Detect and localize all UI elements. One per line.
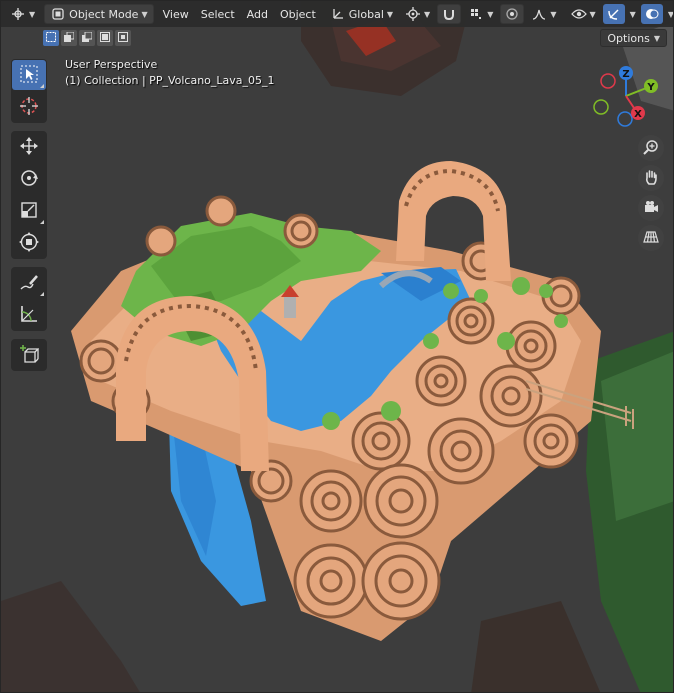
camera-view-icon xyxy=(643,199,659,218)
overlay-toggle[interactable] xyxy=(640,4,663,24)
viewport-info: User Perspective (1) Collection | PP_Vol… xyxy=(65,57,275,89)
options-dropdown[interactable]: Options ▼ xyxy=(600,29,667,47)
camera-view-button[interactable] xyxy=(638,195,664,221)
chevron-down-icon: ▼ xyxy=(386,9,394,19)
3d-cursor-icon xyxy=(19,96,39,119)
chevron-down-icon: ▼ xyxy=(589,9,596,19)
chevron-down-icon: ▼ xyxy=(550,9,557,19)
measure-ruler-icon xyxy=(19,304,39,327)
measure-tool[interactable] xyxy=(12,300,46,330)
annotate-tool[interactable] xyxy=(12,268,46,298)
visibility-dropdown[interactable]: ▼ xyxy=(566,4,601,24)
chevron-down-icon: ▼ xyxy=(667,9,674,19)
scene-render[interactable] xyxy=(1,1,674,693)
pivot-point-dropdown[interactable]: ▼ xyxy=(400,4,435,24)
select-intersect-button[interactable] xyxy=(115,30,131,46)
move-tool[interactable] xyxy=(12,132,46,162)
gizmo-dropdown[interactable]: ▼ xyxy=(627,4,639,24)
chevron-down-icon: ▼ xyxy=(424,9,431,19)
mode-label: Object Mode xyxy=(69,7,139,21)
falloff-curve-icon xyxy=(531,6,547,22)
menu-select[interactable]: Select xyxy=(196,4,240,24)
options-label: Options xyxy=(607,31,650,45)
gizmo-toggle[interactable] xyxy=(602,4,625,24)
annotate-pen-icon xyxy=(19,272,39,295)
mode-dropdown[interactable]: Object Mode ▼ xyxy=(44,4,154,24)
3d-viewport-icon xyxy=(10,6,26,22)
select-subtract-icon xyxy=(82,31,93,45)
chevron-down-icon: ▼ xyxy=(487,9,494,19)
transform-orientation-dropdown[interactable]: Global ▼ xyxy=(325,4,398,24)
3d-viewport[interactable]: ▼ Object Mode ▼ View Select Add Object G… xyxy=(0,0,674,693)
overlay-icon xyxy=(644,6,660,22)
collection-info: (1) Collection | PP_Volcano_Lava_05_1 xyxy=(65,74,275,87)
gizmo-neg-y xyxy=(593,99,609,115)
tool-settings-bar: Options ▼ xyxy=(1,27,673,49)
chevron-down-icon: ▼ xyxy=(629,9,636,19)
zoom-icon xyxy=(643,139,659,158)
select-new-button[interactable] xyxy=(43,30,59,46)
falloff-dropdown[interactable]: ▼ xyxy=(526,4,561,24)
pan-hand-icon xyxy=(643,169,659,188)
zoom-button[interactable] xyxy=(638,135,664,161)
menu-view[interactable]: View xyxy=(158,4,194,24)
navigation-buttons xyxy=(638,135,664,251)
rotate-tool[interactable] xyxy=(12,164,46,194)
chevron-down-icon: ▼ xyxy=(653,33,660,43)
orthographic-grid-icon xyxy=(643,229,659,248)
proportional-editing-icon xyxy=(504,6,520,22)
gizmo-neg-x xyxy=(600,73,616,89)
add-cube-tool[interactable] xyxy=(12,340,46,370)
view-name: User Perspective xyxy=(65,58,158,71)
rotate-icon xyxy=(19,168,39,191)
navigation-gizmo[interactable]: Z Y X xyxy=(593,63,663,129)
small-tower xyxy=(284,296,296,318)
svg-text:X: X xyxy=(634,109,642,120)
gizmo-neg-z xyxy=(617,111,633,127)
selection-mode-group xyxy=(43,30,131,46)
chevron-down-icon: ▼ xyxy=(141,9,148,19)
cursor-tool[interactable] xyxy=(12,92,46,122)
menu-add[interactable]: Add xyxy=(242,4,273,24)
menu-object[interactable]: Object xyxy=(275,4,321,24)
scale-icon xyxy=(19,200,39,223)
snap-magnet-icon xyxy=(441,6,457,22)
orthographic-toggle-button[interactable] xyxy=(638,225,664,251)
add-cube-icon xyxy=(19,344,40,367)
svg-text:Y: Y xyxy=(646,82,655,93)
proportional-editing-toggle[interactable] xyxy=(500,4,525,24)
select-invert-button[interactable] xyxy=(97,30,113,46)
snap-toggle[interactable] xyxy=(437,4,462,24)
scale-tool[interactable] xyxy=(12,196,46,226)
snap-target-dropdown[interactable]: ▼ xyxy=(463,4,498,24)
gizmo-x-axis: X xyxy=(631,106,645,120)
viewport-header: ▼ Object Mode ▼ View Select Add Object G… xyxy=(1,1,674,27)
transform-tool[interactable] xyxy=(12,228,46,258)
gizmo-z-axis: Z xyxy=(619,66,633,80)
snap-increment-icon xyxy=(468,6,484,22)
orientation-label: Global xyxy=(348,7,384,21)
overlay-dropdown[interactable]: ▼ xyxy=(665,4,674,24)
move-arrows-icon xyxy=(19,136,39,159)
tool-shelf xyxy=(11,59,47,377)
chevron-down-icon: ▼ xyxy=(29,9,36,19)
transform-icon xyxy=(19,231,39,255)
pivot-point-icon xyxy=(405,6,421,22)
eye-icon xyxy=(570,6,587,22)
select-extend-button[interactable] xyxy=(61,30,77,46)
orientation-global-icon xyxy=(330,6,346,22)
select-new-icon xyxy=(46,31,56,45)
select-extend-icon xyxy=(64,31,75,45)
select-intersect-icon xyxy=(118,31,128,45)
pan-button[interactable] xyxy=(638,165,664,191)
select-invert-icon xyxy=(100,31,110,45)
select-box-tool[interactable] xyxy=(12,60,46,90)
gizmo-toggle-icon xyxy=(606,6,622,22)
select-subtract-button[interactable] xyxy=(79,30,95,46)
gizmo-y-axis: Y xyxy=(644,79,658,93)
object-mode-icon xyxy=(50,6,66,22)
cursor-select-icon xyxy=(20,65,38,86)
svg-text:Z: Z xyxy=(622,69,629,80)
editor-type-button[interactable]: ▼ xyxy=(5,4,40,24)
